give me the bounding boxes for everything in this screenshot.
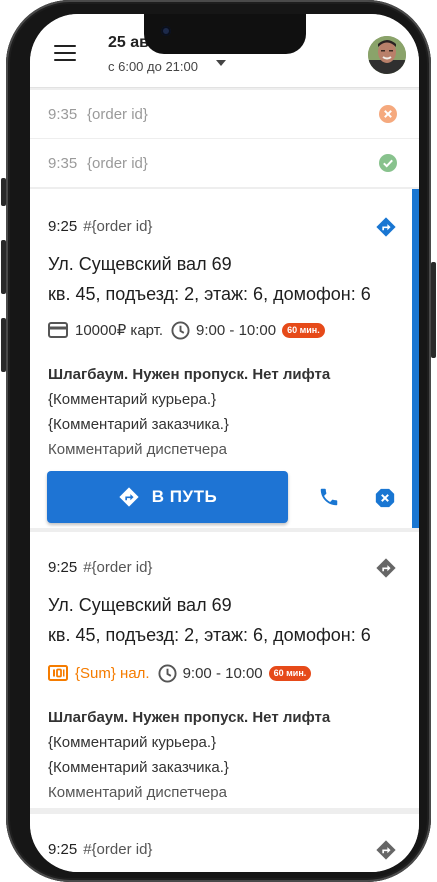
list-item[interactable]: 9:35 {order id} bbox=[30, 139, 419, 187]
list-item[interactable]: 9:35 {order id} bbox=[30, 90, 419, 138]
chevron-down-icon[interactable] bbox=[216, 60, 226, 66]
start-route-label: В ПУТЬ bbox=[151, 487, 218, 506]
order-notes: Шлагбаум. Нужен пропуск. Нет лифта bbox=[48, 366, 331, 383]
order-address-details: кв. 45, подъезд: 2, этаж: 6, домофон: 6 bbox=[48, 284, 371, 304]
payment-amount: 10000₽ карт. bbox=[75, 322, 164, 339]
order-address: Ул. Сущевский вал 69 bbox=[48, 595, 232, 615]
order-id: #{order id} bbox=[83, 218, 153, 235]
clock-icon bbox=[171, 320, 190, 340]
order-card[interactable]: 9:25 #{order id} bbox=[30, 814, 419, 872]
delivery-window: 9:00 - 10:00 bbox=[196, 321, 277, 339]
order-header: 9:25 #{order id} bbox=[48, 841, 152, 858]
front-camera bbox=[161, 26, 171, 36]
start-route-button[interactable]: В ПУТЬ bbox=[47, 471, 288, 523]
payment-line: 10000₽ карт. 9:00 - 10:00 60 мин. bbox=[48, 319, 325, 341]
clock-icon bbox=[158, 663, 177, 683]
order-id: #{order id} bbox=[83, 559, 153, 576]
order-header: 9:25 #{order id} bbox=[48, 559, 152, 576]
client-comment: {Комментарий заказчика.} bbox=[48, 759, 229, 776]
directions-icon[interactable] bbox=[375, 557, 397, 579]
payment-line: {Sum} нал. 9:00 - 10:00 60 мин. bbox=[48, 662, 312, 684]
order-address: Ул. Сущевский вал 69 bbox=[48, 254, 232, 274]
order-address-details: кв. 45, подъезд: 2, этаж: 6, домофон: 6 bbox=[48, 625, 371, 645]
directions-icon[interactable] bbox=[375, 216, 397, 238]
order-id: {order id} bbox=[87, 155, 148, 172]
client-comment: {Комментарий заказчика.} bbox=[48, 416, 229, 433]
payment-amount: {Sum} нал. bbox=[75, 664, 150, 682]
cancel-order-icon[interactable] bbox=[374, 487, 396, 509]
order-time: 9:35 bbox=[48, 155, 78, 172]
credit-card-icon bbox=[48, 322, 68, 338]
order-header: 9:25 #{order id} bbox=[48, 218, 152, 235]
power-button bbox=[431, 262, 436, 358]
phone-icon[interactable] bbox=[318, 486, 340, 508]
order-time: 9:25 bbox=[48, 841, 78, 858]
phone-frame: 25 авг с 6:00 до 21:00 9:35 {order id} 9… bbox=[6, 0, 431, 882]
directions-icon[interactable] bbox=[375, 839, 397, 861]
dispatcher-comment: Комментарий диспетчера bbox=[48, 441, 227, 458]
avatar[interactable] bbox=[368, 36, 406, 74]
cancel-icon[interactable] bbox=[379, 105, 397, 123]
order-id: #{order id} bbox=[83, 841, 153, 858]
menu-icon[interactable] bbox=[54, 45, 76, 63]
order-id: {order id} bbox=[87, 106, 148, 123]
order-time: 9:35 bbox=[48, 106, 78, 123]
duration-badge: 60 мин. bbox=[268, 665, 312, 681]
delivery-window: 9:00 - 10:00 bbox=[182, 664, 263, 682]
app-screen: 25 авг с 6:00 до 21:00 9:35 {order id} 9… bbox=[30, 14, 419, 872]
order-card-active[interactable]: 9:25 #{order id} Ул. Сущевский вал 69 кв.… bbox=[30, 189, 419, 528]
cash-icon bbox=[48, 665, 68, 681]
order-notes: Шлагбаум. Нужен пропуск. Нет лифта bbox=[48, 709, 331, 726]
order-card[interactable]: 9:25 #{order id} Ул. Сущевский вал 69 кв.… bbox=[30, 532, 419, 808]
shift-hours[interactable]: с 6:00 до 21:00 bbox=[108, 59, 198, 74]
check-icon[interactable] bbox=[379, 154, 397, 172]
order-time: 9:25 bbox=[48, 218, 78, 235]
dispatcher-comment: Комментарий диспетчера bbox=[48, 784, 227, 801]
order-time: 9:25 bbox=[48, 559, 78, 576]
courier-comment: {Комментарий курьера.} bbox=[48, 734, 217, 751]
courier-comment: {Комментарий курьера.} bbox=[48, 391, 217, 408]
directions-icon bbox=[119, 487, 139, 507]
duration-badge: 60 мин. bbox=[282, 322, 325, 338]
